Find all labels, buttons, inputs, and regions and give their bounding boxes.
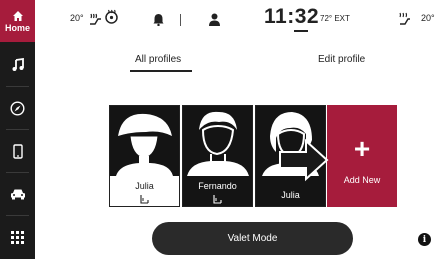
passenger-heated-seat-icon[interactable] — [398, 11, 411, 25]
sidebar-item-label: Home — [4, 22, 30, 33]
car-icon — [10, 189, 25, 200]
profile-card-julia[interactable]: Julia — [109, 105, 180, 207]
compass-icon — [10, 100, 25, 116]
profile-name: Julia — [135, 181, 154, 191]
sidebar-item-phone[interactable] — [0, 130, 35, 172]
heated-seat-icon[interactable] — [104, 9, 119, 24]
home-icon — [12, 10, 23, 21]
tab-active-indicator — [130, 70, 192, 72]
divider — [180, 14, 181, 26]
profile-name: Julia — [281, 190, 300, 200]
profile-card-fernando[interactable]: Fernando — [182, 105, 253, 207]
status-bar: 20° 11:32 72° EXT 20° — [35, 0, 444, 42]
heated-steering-icon[interactable] — [89, 11, 103, 25]
valet-mode-button[interactable]: Valet Mode — [152, 222, 353, 255]
sidebar-item-home[interactable]: Home — [0, 0, 35, 42]
apps-grid-icon — [11, 231, 24, 244]
profile-name: Fernando — [198, 181, 237, 191]
passenger-temperature[interactable]: 20° — [421, 13, 435, 23]
clock-underline — [294, 30, 308, 32]
valet-mode-label: Valet Mode — [227, 233, 278, 244]
sidebar-item-music[interactable] — [0, 44, 35, 86]
music-icon — [12, 58, 24, 71]
driver-temperature[interactable]: 20° — [70, 13, 84, 23]
sidebar-item-apps[interactable] — [0, 216, 35, 259]
seat-icon — [213, 195, 222, 204]
arrow-right-icon — [279, 138, 329, 182]
profile-avatar — [110, 106, 179, 176]
woman-avatar-icon — [116, 113, 173, 176]
tab-all-profiles[interactable]: All profiles — [135, 54, 181, 65]
seat-icon — [140, 195, 149, 204]
exterior-temperature: 72° EXT — [320, 14, 350, 23]
sidebar-item-vehicle[interactable] — [0, 173, 35, 215]
profile-icon[interactable] — [209, 13, 220, 26]
clock-time: 11:32 — [264, 5, 320, 28]
sidebar: Home — [0, 0, 35, 259]
info-icon[interactable]: i — [418, 233, 431, 246]
add-new-profile-button[interactable]: + Add New — [327, 105, 397, 207]
notification-bell-icon[interactable] — [153, 13, 164, 26]
plus-icon: + — [353, 133, 371, 164]
phone-icon — [12, 143, 23, 159]
man-avatar-icon — [187, 111, 249, 176]
sidebar-item-navigation[interactable] — [0, 87, 35, 129]
tab-edit-profile[interactable]: Edit profile — [318, 54, 365, 65]
profile-avatar — [183, 106, 252, 176]
add-new-label: Add New — [343, 175, 381, 185]
